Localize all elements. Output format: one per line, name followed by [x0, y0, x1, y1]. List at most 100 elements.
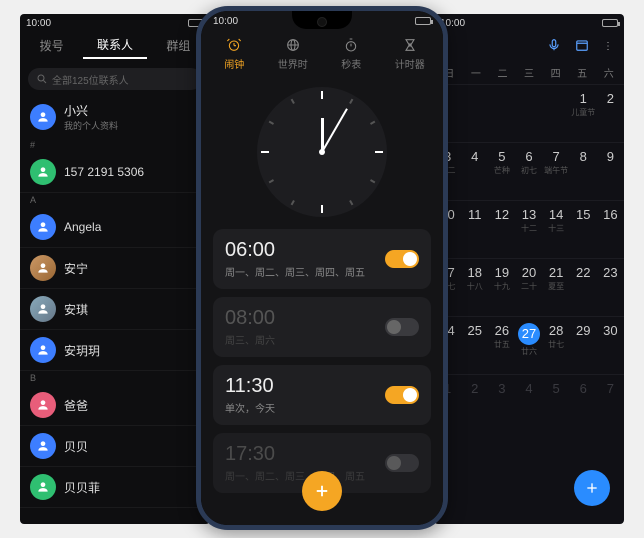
calendar-day[interactable]: 21夏至	[543, 259, 570, 316]
timer-icon	[402, 37, 418, 53]
calendar-day[interactable]: 16	[597, 201, 624, 258]
calendar-day[interactable]: 25	[461, 317, 488, 374]
profile-name: 小兴	[64, 102, 118, 119]
day-number: 3	[498, 381, 505, 396]
day-sub: 儿童节	[570, 107, 597, 118]
day-number: 7	[553, 149, 560, 164]
calendar-day[interactable]: 30	[597, 317, 624, 374]
contact-name: 贝贝	[64, 438, 88, 455]
contact-name: 贝贝菲	[64, 479, 100, 496]
calendar-day[interactable]: 2	[597, 85, 624, 142]
plus-icon	[584, 480, 600, 496]
day-number: 9	[607, 149, 614, 164]
alarm-list: 06:00周一、周二、周三、周四、周五 08:00周三、周六 11:30单次，今天 1…	[201, 229, 443, 493]
contact-row[interactable]: 贝贝菲	[20, 467, 210, 508]
calendar-day[interactable]: 4	[461, 143, 488, 200]
clock-tab-timer[interactable]: 计时器	[381, 37, 440, 71]
avatar	[30, 337, 56, 363]
avatar	[30, 433, 56, 459]
contacts-tab[interactable]: 联系人	[83, 36, 146, 59]
day-number: 12	[495, 207, 509, 222]
day-sub: 十二	[515, 223, 542, 234]
alarm-row[interactable]: 11:30单次，今天	[213, 365, 431, 425]
calendar-day[interactable]: 13十二	[515, 201, 542, 258]
more-icon[interactable]: ⋮	[603, 41, 614, 52]
avatar	[30, 255, 56, 281]
contacts-tab[interactable]: 拨号	[20, 37, 83, 58]
search-input[interactable]: 全部125位联系人	[28, 68, 202, 90]
contact-row[interactable]: 安玥玥	[20, 330, 210, 371]
calendar-day[interactable]: 6初七	[515, 143, 542, 200]
section-header: A	[20, 193, 210, 207]
add-event-button[interactable]	[574, 470, 610, 506]
calendar-day[interactable]: 22	[570, 259, 597, 316]
day-number: 8	[580, 149, 587, 164]
calendar-screen: 10:00 ⋮ 日一二三四五六 1儿童节23初二45芒种6初七7端午节89101…	[434, 14, 624, 524]
calendar-day[interactable]: 4	[515, 375, 542, 432]
tab-label: 世界时	[278, 60, 308, 71]
clock-phone: 10:00 闹钟世界时 秒表计时器 06:00周一、周二、周三、周四、周五 08:0…	[196, 6, 448, 530]
day-number: 4	[471, 149, 478, 164]
day-number: 15	[576, 207, 590, 222]
calendar-day[interactable]: 20二十	[515, 259, 542, 316]
calendar-day[interactable]: 29	[570, 317, 597, 374]
calendar-day[interactable]: 7端午节	[543, 143, 570, 200]
clock-tab-globe[interactable]: 世界时	[264, 37, 323, 71]
calendar-day[interactable]: 11	[461, 201, 488, 258]
calendar-day[interactable]: 2	[461, 375, 488, 432]
avatar	[30, 392, 56, 418]
calendar-day[interactable]: 6	[570, 375, 597, 432]
calendar-day[interactable]: 3	[488, 375, 515, 432]
calendar-day[interactable]: 19十九	[488, 259, 515, 316]
contact-row[interactable]: Angela	[20, 207, 210, 248]
calendar-day[interactable]: 5	[543, 375, 570, 432]
alarm-toggle[interactable]	[385, 454, 419, 472]
calendar-day[interactable]: 9	[597, 143, 624, 200]
search-icon	[36, 73, 48, 85]
contact-row[interactable]: 爸爸	[20, 385, 210, 426]
mic-icon[interactable]	[547, 38, 561, 55]
day-number: 6	[525, 149, 532, 164]
plus-icon	[313, 482, 331, 500]
day-number: 29	[576, 323, 590, 338]
day-sub: 廿七	[543, 339, 570, 350]
search-placeholder: 全部125位联系人	[52, 72, 129, 87]
alarm-days: 单次，今天	[225, 400, 385, 415]
calendar-day[interactable]: 12	[488, 201, 515, 258]
day-sub: 十三	[543, 223, 570, 234]
today-icon[interactable]	[575, 38, 589, 55]
calendar-day[interactable]: 23	[597, 259, 624, 316]
alarm-toggle[interactable]	[385, 318, 419, 336]
contact-row[interactable]: 贝贝	[20, 426, 210, 467]
calendar-day[interactable]: 18十八	[461, 259, 488, 316]
add-alarm-button[interactable]	[302, 471, 342, 511]
avatar	[30, 159, 56, 185]
clock-tab-stopwatch[interactable]: 秒表	[322, 37, 381, 71]
contact-row[interactable]: 安琪	[20, 289, 210, 330]
calendar-day[interactable]: 27廿六	[515, 317, 542, 374]
contact-row[interactable]: 安宁	[20, 248, 210, 289]
day-of-week: 一	[463, 65, 490, 80]
alarm-toggle[interactable]	[385, 250, 419, 268]
calendar-day[interactable]: 5芒种	[488, 143, 515, 200]
contact-row[interactable]: 157 2191 5306	[20, 152, 210, 193]
calendar-day[interactable]: 14十三	[543, 201, 570, 258]
alarm-toggle[interactable]	[385, 386, 419, 404]
calendar-day[interactable]: 1儿童节	[570, 85, 597, 142]
alarm-time: 17:30	[225, 443, 385, 466]
calendar-day[interactable]: 28廿七	[543, 317, 570, 374]
calendar-day[interactable]: 15	[570, 201, 597, 258]
alarm-row[interactable]: 08:00周三、周六	[213, 297, 431, 357]
my-profile[interactable]: 小兴 我的个人资料	[20, 96, 210, 138]
day-number: 20	[522, 265, 536, 280]
status-time: 10:00	[213, 16, 238, 27]
avatar	[30, 296, 56, 322]
status-time: 10:00	[26, 18, 51, 29]
alarm-row[interactable]: 06:00周一、周二、周三、周四、周五	[213, 229, 431, 289]
calendar-day[interactable]: 26廿五	[488, 317, 515, 374]
clock-tab-alarm[interactable]: 闹钟	[205, 37, 264, 71]
day-number: 16	[603, 207, 617, 222]
calendar-day[interactable]: 7	[597, 375, 624, 432]
minute-hand	[321, 108, 348, 152]
calendar-day[interactable]: 8	[570, 143, 597, 200]
